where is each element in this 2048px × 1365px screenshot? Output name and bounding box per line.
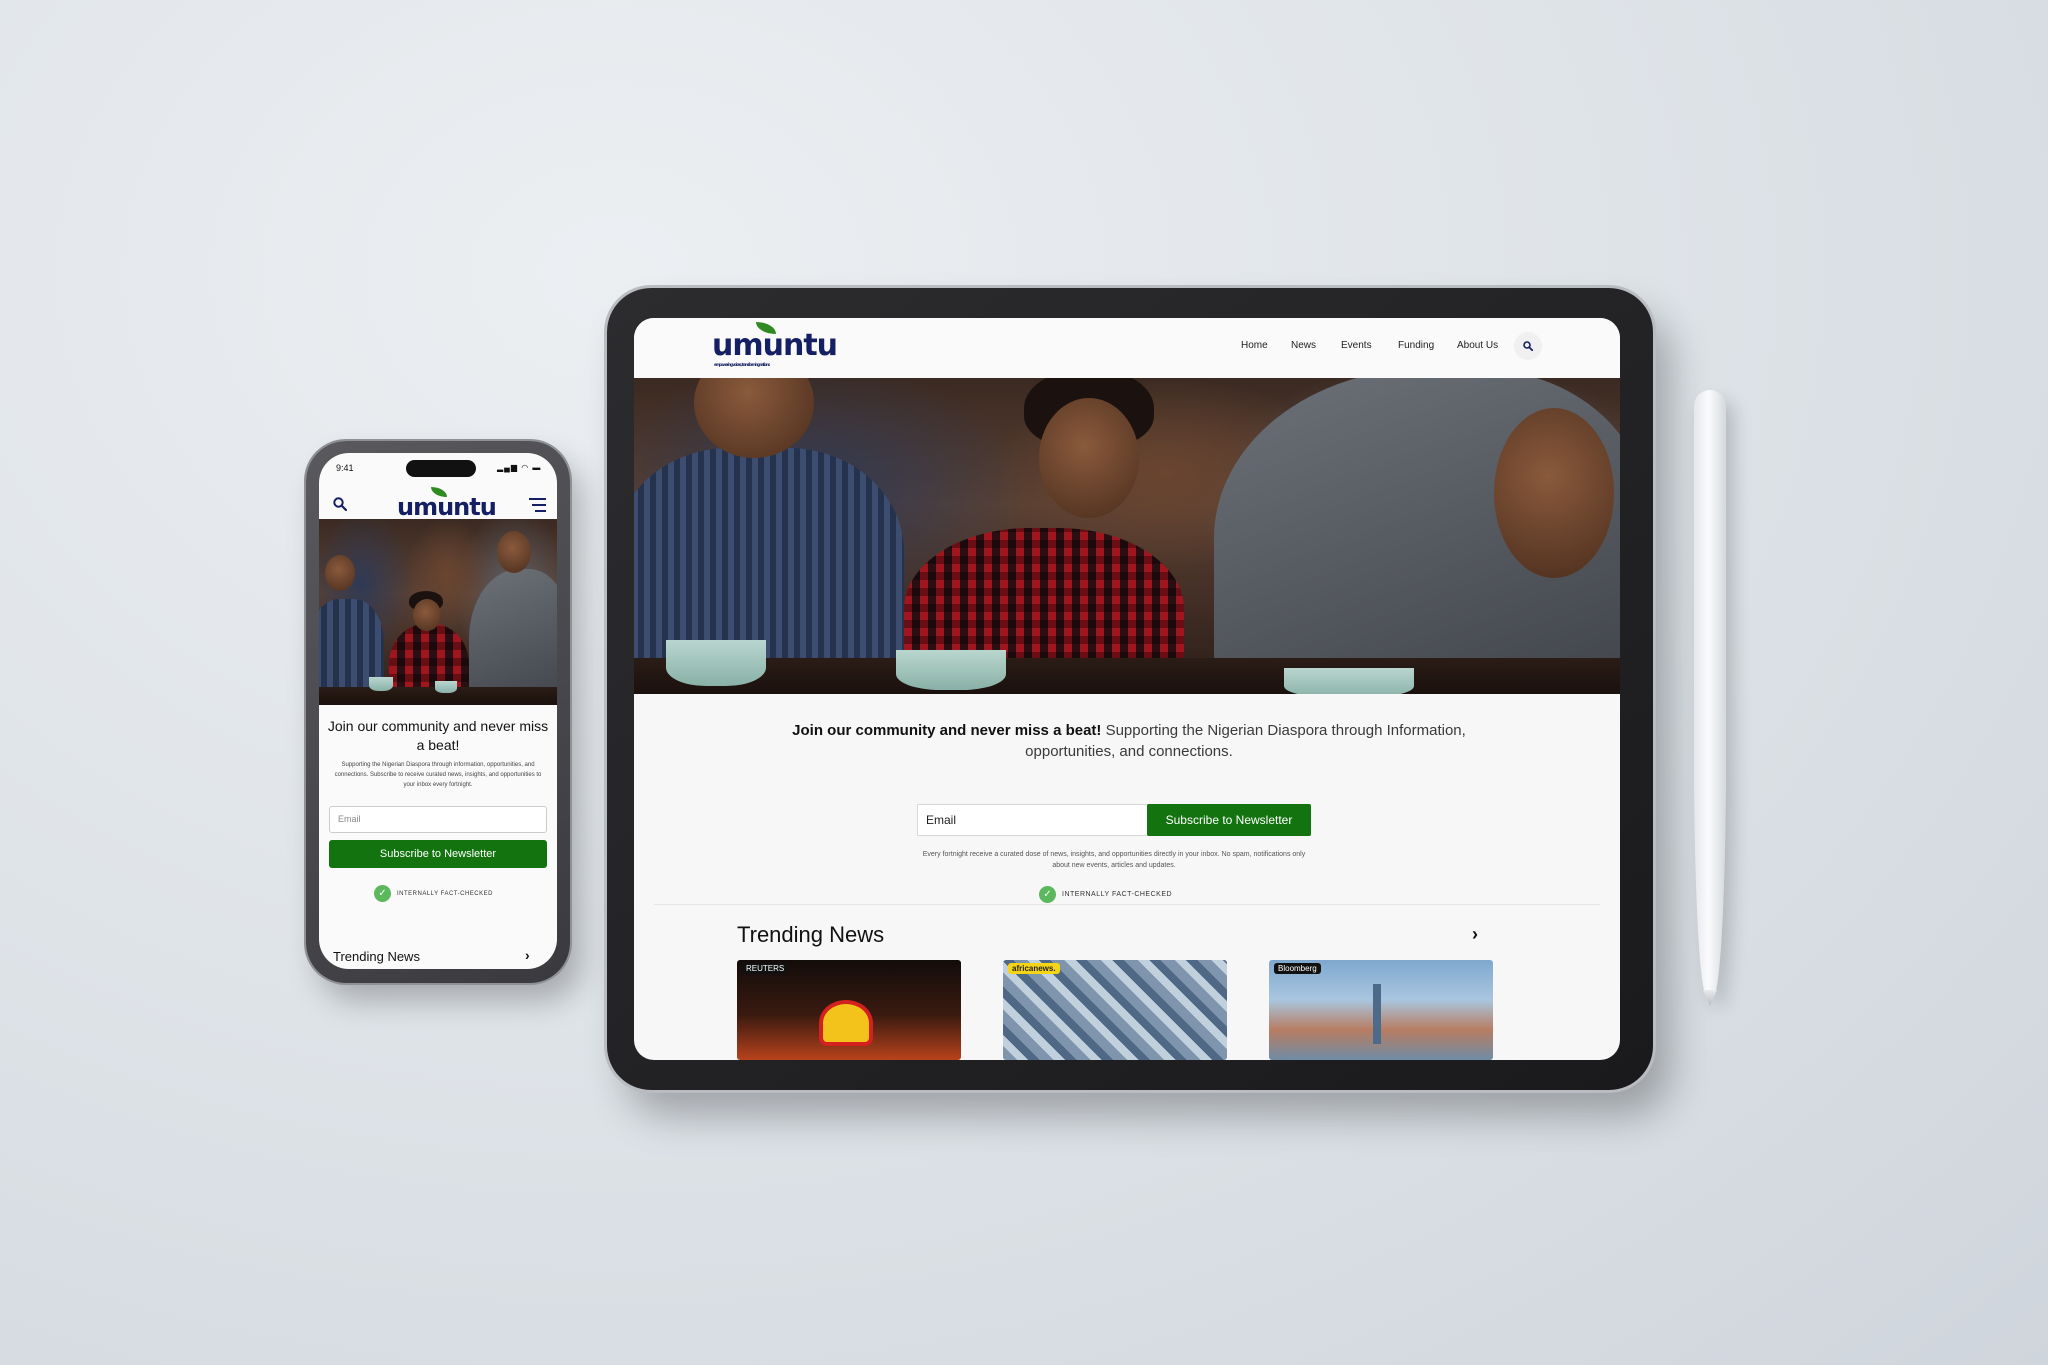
badge-label: INTERNALLY FACT-CHECKED — [1062, 891, 1173, 898]
news-card[interactable]: REUTERS — [737, 960, 961, 1060]
headline-bold: Join our community and never miss a beat… — [792, 722, 1102, 739]
nav-about-us[interactable]: About Us — [1457, 340, 1498, 351]
logo-tagline: empowering voices, transforming nations — [714, 362, 770, 367]
phone-status-time: 9:41 — [336, 463, 354, 473]
news-source-label: africanews. — [1008, 963, 1060, 974]
newsletter-fine-print: Every fortnight receive a curated dose o… — [922, 851, 1306, 869]
phone-screen: 9:41 ▂▄▆ ◠ ▬ umuntu empowering voices, t… — [319, 453, 557, 969]
phone-description: Supporting the Nigerian Diaspora through… — [334, 762, 542, 788]
phone-email-input[interactable]: Email — [329, 806, 547, 833]
pencil-tip — [1703, 990, 1717, 1006]
chevron-right-icon[interactable]: › — [1472, 924, 1478, 945]
email-input[interactable]: Email — [917, 804, 1149, 836]
phone-fact-check-badge: ✓ INTERNALLY FACT-CHECKED — [374, 885, 493, 902]
logo[interactable]: umuntu empowering voices, transforming n… — [397, 487, 497, 524]
news-source-label: Bloomberg — [1274, 963, 1321, 974]
check-badge-icon: ✓ — [1039, 886, 1056, 903]
newsletter-headline: Join our community and never miss a beat… — [784, 720, 1474, 762]
stylus-pencil — [1694, 390, 1726, 1006]
hero-image — [319, 519, 557, 705]
site-header: umuntu empowering voices, transforming n… — [634, 318, 1620, 378]
check-badge-icon: ✓ — [374, 885, 391, 902]
tablet-screen: umuntu empowering voices, transforming n… — [634, 318, 1620, 1060]
chevron-right-icon[interactable]: › — [525, 947, 530, 963]
phone-headline: Join our community and never miss a beat… — [327, 718, 549, 753]
logo[interactable]: umuntu empowering voices, transforming n… — [712, 322, 838, 367]
news-card[interactable]: Bloomberg — [1269, 960, 1493, 1060]
search-button[interactable] — [1514, 332, 1542, 360]
phone-trending-title: Trending News — [333, 949, 420, 964]
nav-news[interactable]: News — [1291, 340, 1316, 351]
nav-home[interactable]: Home — [1241, 340, 1268, 351]
nav-events[interactable]: Events — [1341, 340, 1372, 351]
phone-device: 9:41 ▂▄▆ ◠ ▬ umuntu empowering voices, t… — [306, 441, 570, 983]
search-icon — [1523, 341, 1533, 351]
search-icon[interactable] — [333, 497, 347, 511]
phone-status-icons: ▂▄▆ ◠ ▬ — [497, 463, 542, 472]
hamburger-menu-icon[interactable] — [529, 498, 546, 512]
dynamic-island — [406, 460, 476, 477]
news-card[interactable]: africanews. — [1003, 960, 1227, 1060]
fact-check-badge: ✓ INTERNALLY FACT-CHECKED — [1039, 886, 1172, 903]
divider — [654, 904, 1600, 905]
tablet-device: umuntu empowering voices, transforming n… — [607, 288, 1653, 1090]
badge-label: INTERNALLY FACT-CHECKED — [397, 890, 493, 897]
trending-news-title: Trending News — [737, 922, 885, 947]
subscribe-button[interactable]: Subscribe to Newsletter — [1147, 804, 1311, 836]
hero-image — [634, 378, 1620, 694]
phone-subscribe-button[interactable]: Subscribe to Newsletter — [329, 840, 547, 868]
nav-funding[interactable]: Funding — [1398, 340, 1434, 351]
news-source-label: REUTERS — [742, 963, 789, 974]
logo-text: umuntu — [397, 493, 497, 521]
